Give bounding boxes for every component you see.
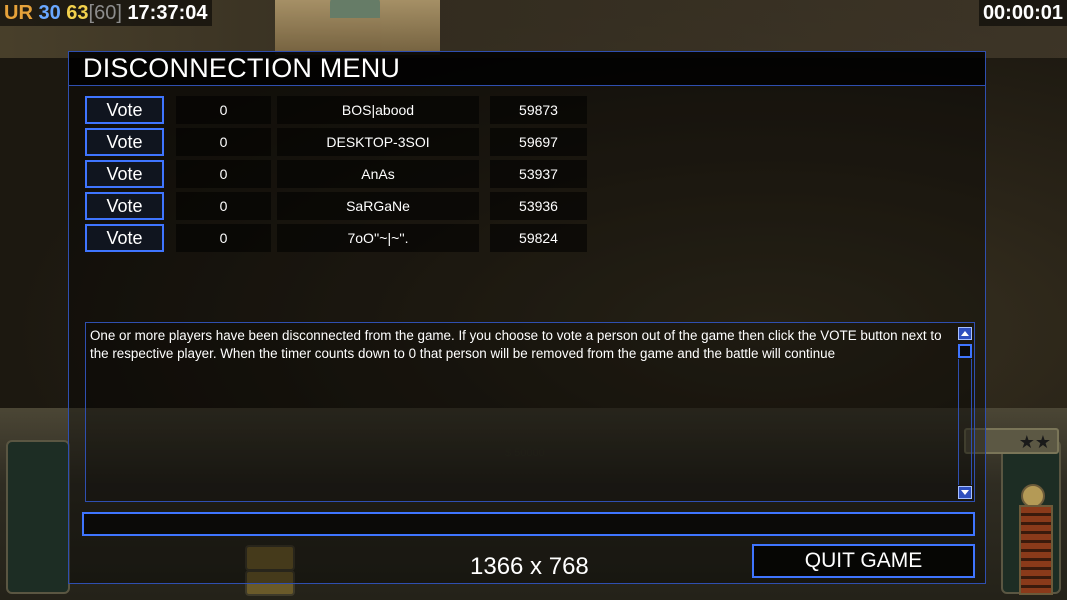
player-id: 59697 xyxy=(490,128,587,156)
vote-count: 0 xyxy=(176,128,271,156)
player-name: DESKTOP-3SOI xyxy=(277,128,479,156)
game-timer: 00:00:01 xyxy=(978,0,1067,26)
fps-value-secondary: 63 xyxy=(66,2,89,24)
disconnect-message: One or more players have been disconnect… xyxy=(90,328,942,361)
scroll-up-button[interactable] xyxy=(958,327,972,340)
resolution-label: 1366 x 768 xyxy=(470,553,589,580)
player-name: AnAs xyxy=(277,160,479,188)
player-id: 59824 xyxy=(490,224,587,252)
vote-button[interactable]: Vote xyxy=(85,224,164,252)
vote-button[interactable]: Vote xyxy=(85,128,164,156)
player-id: 53937 xyxy=(490,160,587,188)
player-name: SaRGaNe xyxy=(277,192,479,220)
player-name: BOS|abood xyxy=(277,96,479,124)
scrollbar-track[interactable] xyxy=(958,359,972,485)
player-id: 53936 xyxy=(490,192,587,220)
fps-overlay: UR 30 63[60] 17:37:04 xyxy=(0,0,212,26)
player-id: 59873 xyxy=(490,96,587,124)
vote-count: 0 xyxy=(176,224,271,252)
chat-input[interactable] xyxy=(82,512,975,536)
fps-limit: [60] xyxy=(88,2,122,24)
vote-count: 0 xyxy=(176,192,271,220)
scroll-down-button[interactable] xyxy=(958,486,972,499)
fps-value: 30 xyxy=(38,2,61,24)
quit-game-button[interactable]: QUIT GAME xyxy=(752,544,975,578)
radar-frame xyxy=(6,440,70,594)
game-building xyxy=(275,0,440,55)
vote-button[interactable]: Vote xyxy=(85,192,164,220)
vote-button[interactable]: Vote xyxy=(85,160,164,188)
message-box[interactable]: One or more players have been disconnect… xyxy=(85,322,975,502)
dialog-title: DISCONNECTION MENU xyxy=(83,53,401,83)
vote-count: 0 xyxy=(176,160,271,188)
system-clock: 17:37:04 xyxy=(127,2,208,24)
ur-label: UR xyxy=(4,2,33,24)
player-name: 7oO''~|~''. xyxy=(277,224,479,252)
power-meter xyxy=(1019,505,1053,595)
vote-button[interactable]: Vote xyxy=(85,96,164,124)
vote-count: 0 xyxy=(176,96,271,124)
scrollbar-thumb[interactable] xyxy=(958,344,972,358)
